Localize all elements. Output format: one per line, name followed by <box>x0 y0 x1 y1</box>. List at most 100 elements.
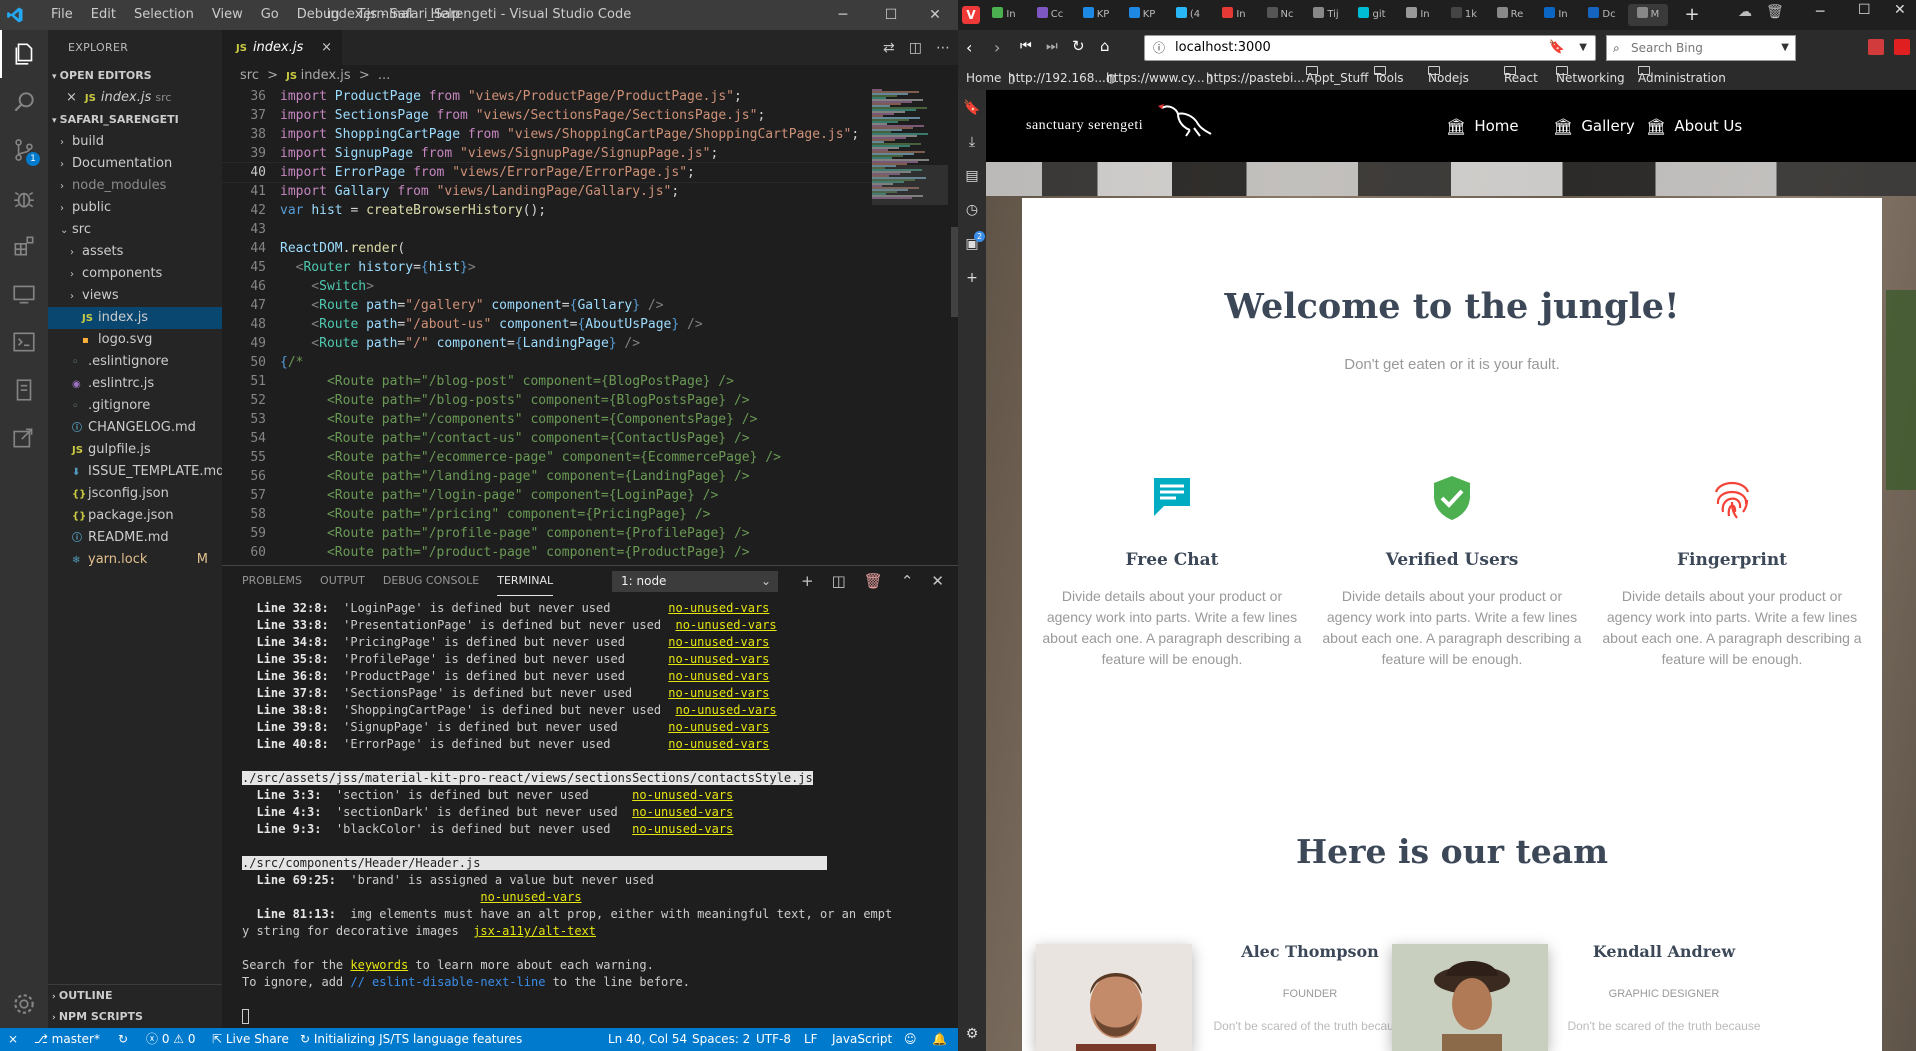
tree-folder[interactable]: › views <box>48 285 222 307</box>
terminal-select[interactable]: 1: node ⌄ <box>612 571 778 592</box>
browser-tab[interactable]: M <box>1628 4 1668 26</box>
code-line[interactable]: 56 <Route path="/landing-page" component… <box>222 467 872 486</box>
fast-forward-icon[interactable]: ⏭ <box>1046 39 1058 54</box>
code-line[interactable]: 36 import ProductPage from "views/Product… <box>222 87 872 106</box>
browser-tab[interactable]: In <box>984 4 1024 26</box>
code-line[interactable]: 50 {/* <box>222 353 872 372</box>
tree-folder[interactable]: › public <box>48 197 222 219</box>
open-editor-item[interactable]: × JS index.js src <box>48 87 222 109</box>
trash-icon[interactable]: 🗑 <box>864 572 883 590</box>
code-line[interactable]: 42 var hist = createBrowserHistory(); <box>222 201 872 220</box>
breadcrumb-file[interactable]: index.js <box>301 68 351 83</box>
bookmark-item[interactable]: ◍ https://www.cy... <box>1106 66 1205 90</box>
tree-file[interactable]: ▪ logo.svg <box>48 329 222 351</box>
downloads-icon[interactable]: ⤓ <box>963 134 981 152</box>
maximize-button[interactable]: ☐ <box>868 0 914 30</box>
debug-icon[interactable] <box>0 174 48 222</box>
tree-file[interactable]: ◦ .eslintignore <box>48 351 222 373</box>
new-terminal-icon[interactable]: + <box>801 572 814 590</box>
minimap[interactable] <box>872 87 948 565</box>
nav-gallery[interactable]: 🏛 Gallery <box>1553 90 1635 162</box>
problems-status[interactable]: ⓧ 0 ⚠ 0 <box>146 1028 196 1051</box>
bookmark-icon[interactable]: 🔖 <box>1549 36 1565 60</box>
menu-view[interactable]: View <box>203 0 252 30</box>
search-field[interactable]: ⌕ Search Bing ▼ <box>1606 35 1796 61</box>
tab-debug-console[interactable]: DEBUG CONSOLE <box>383 566 479 596</box>
lint-rule-link[interactable]: no-unused-vars <box>668 686 769 700</box>
code-line[interactable]: 54 <Route path="/contact-us" component={… <box>222 429 872 448</box>
browser-tab[interactable]: KP <box>1076 4 1116 26</box>
lint-rule-link[interactable]: no-unused-vars <box>676 618 777 632</box>
language-mode[interactable]: JavaScript <box>832 1028 892 1051</box>
tree-file[interactable]: ◉ .eslintrc.js <box>48 373 222 395</box>
bookmark-item[interactable]: Appt_Stuff <box>1306 66 1368 90</box>
lint-rule-link[interactable]: no-unused-vars <box>668 669 769 683</box>
menu-help[interactable]: Help <box>421 0 469 30</box>
back-icon[interactable]: ‹ <box>966 38 972 57</box>
forward-icon[interactable]: › <box>994 38 1000 57</box>
tree-file[interactable]: JS gulpfile.js <box>48 439 222 461</box>
code-line[interactable]: 58 <Route path="/pricing" component={Pri… <box>222 505 872 524</box>
code-line[interactable]: 44 ReactDOM.render( <box>222 239 872 258</box>
lint-rule-link[interactable]: no-unused-vars <box>632 805 733 819</box>
reload-icon[interactable]: ↻ <box>1072 37 1085 55</box>
browser-tab[interactable]: Tij <box>1306 4 1346 26</box>
lint-rule-link[interactable]: no-unused-vars <box>632 822 733 836</box>
close-icon[interactable]: × <box>66 90 77 105</box>
terminal-text[interactable]: keywords <box>350 958 408 972</box>
bookmark-item[interactable]: Networking <box>1556 66 1625 90</box>
tab-index-js[interactable]: JS index.js × <box>222 30 342 65</box>
tree-folder[interactable]: › components <box>48 263 222 285</box>
window-panel-icon[interactable]: ▣ 2 <box>963 231 985 254</box>
code-line[interactable]: 37 import SectionsPage from "views/Sectio… <box>222 106 872 125</box>
lint-rule-link[interactable]: no-unused-vars <box>668 635 769 649</box>
lint-rule-link[interactable]: no-unused-vars <box>480 890 581 904</box>
lint-rule-link[interactable]: no-unused-vars <box>668 737 769 751</box>
bookmark-item[interactable]: ▯ https://pastebi... <box>1206 66 1305 90</box>
tree-folder[interactable]: ⌄ src <box>48 219 222 241</box>
more-actions-icon[interactable]: ⋯ <box>936 40 950 56</box>
code-line[interactable]: 48 <Route path="/about-us" component={Ab… <box>222 315 872 334</box>
extension-icon[interactable] <box>1868 39 1884 55</box>
tree-file[interactable]: {} package.json <box>48 505 222 527</box>
editor-scrollbar[interactable] <box>949 87 958 565</box>
menu-selection[interactable]: Selection <box>125 0 203 30</box>
breadcrumb-dir[interactable]: src <box>240 68 259 83</box>
tree-file[interactable]: {} jsconfig.json <box>48 483 222 505</box>
chevron-down-icon[interactable]: ▼ <box>1579 36 1587 60</box>
code-line[interactable]: 55 <Route path="/ecommerce-page" compone… <box>222 448 872 467</box>
terminal-output[interactable]: Line 32:8: 'LoginPage' is defined but ne… <box>242 600 942 1025</box>
notebook-icon[interactable] <box>0 366 48 414</box>
code-line[interactable]: 47 <Route path="/gallery" component={Gal… <box>222 296 872 315</box>
minimize-button[interactable]: ─ <box>1816 4 1824 20</box>
tab-problems[interactable]: PROBLEMS <box>242 566 302 596</box>
terminal-panel-icon[interactable] <box>0 318 48 366</box>
menu-file[interactable]: File <box>42 0 82 30</box>
history-icon[interactable]: ◷ <box>963 202 981 220</box>
settings-gear-icon[interactable]: ⚙ <box>963 1026 981 1044</box>
menu-go[interactable]: Go <box>252 0 288 30</box>
code-editor[interactable]: 36 import ProductPage from "views/Product… <box>222 87 958 565</box>
browser-tab[interactable]: Re <box>1490 4 1530 26</box>
code-line[interactable]: 43 <box>222 220 872 239</box>
info-icon[interactable]: ⓘ <box>1153 36 1165 60</box>
indentation-status[interactable]: Spaces: 2 <box>692 1028 750 1051</box>
menu-terminal[interactable]: Terminal <box>349 0 422 30</box>
browser-tab[interactable]: Nc <box>1260 4 1300 26</box>
close-panel-icon[interactable]: ✕ <box>931 572 944 590</box>
bell-icon[interactable]: 🔔 <box>932 1028 947 1051</box>
search-icon[interactable] <box>0 78 48 126</box>
remote-icon[interactable]: ⨯ <box>8 1028 18 1051</box>
tree-file[interactable]: ⓘ CHANGELOG.md <box>48 417 222 439</box>
code-line[interactable]: 53 <Route path="/components" component={… <box>222 410 872 429</box>
lint-rule-link[interactable]: no-unused-vars <box>668 720 769 734</box>
live-share-icon[interactable] <box>0 414 48 462</box>
browser-tab[interactable]: 1k <box>1444 4 1484 26</box>
menu-edit[interactable]: Edit <box>82 0 125 30</box>
explorer-icon[interactable] <box>0 30 48 78</box>
bookmark-item[interactable]: Nodejs <box>1428 66 1469 90</box>
add-panel-icon[interactable]: + <box>963 270 981 288</box>
code-line[interactable]: 39 import SignupPage from "views/SignupPa… <box>222 144 872 163</box>
lint-rule-link[interactable]: no-unused-vars <box>668 601 769 615</box>
bookmark-item[interactable]: Home <box>966 66 1001 90</box>
